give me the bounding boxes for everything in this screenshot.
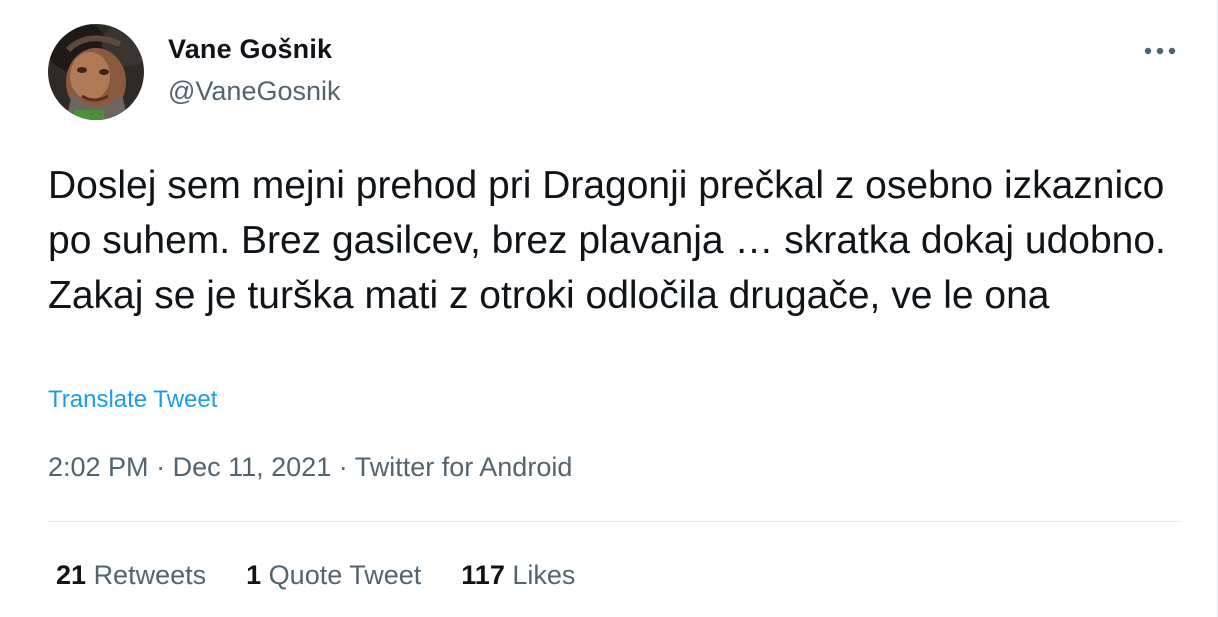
avatar[interactable] — [48, 24, 144, 120]
tweet-metadata: 2:02 PM · Dec 11, 2021 · Twitter for And… — [48, 452, 572, 483]
author-name[interactable]: Vane Gošnik — [168, 34, 332, 65]
likes-stat[interactable]: 117 Likes — [461, 560, 575, 591]
tweet-date[interactable]: Dec 11, 2021 — [173, 452, 332, 482]
likes-label: Likes — [512, 560, 576, 590]
retweets-stat[interactable]: 21 Retweets — [56, 560, 206, 591]
more-horizontal-icon — [1144, 47, 1176, 55]
quote-tweets-label: Quote Tweet — [268, 560, 422, 590]
tweet-source[interactable]: Twitter for Android — [355, 452, 573, 482]
translate-tweet-link[interactable]: Translate Tweet — [48, 386, 217, 414]
quote-tweets-count: 1 — [246, 560, 262, 590]
tweet-text: Doslej sem mejni prehod pri Dragonji pre… — [48, 164, 1166, 317]
likes-count: 117 — [461, 560, 505, 590]
meta-separator: · — [338, 452, 348, 482]
retweets-label: Retweets — [93, 560, 207, 590]
more-options-button[interactable] — [1140, 34, 1180, 68]
tweet-card: Vane Gošnik @VaneGosnik Doslej sem mejni… — [0, 0, 1218, 617]
meta-separator: · — [156, 452, 166, 482]
author-handle[interactable]: @VaneGosnik — [168, 76, 341, 107]
avatar-photo — [48, 24, 144, 120]
tweet-stats: 21 Retweets 1 Quote Tweet 117 Likes — [56, 560, 575, 591]
divider — [48, 521, 1181, 522]
tweet-time[interactable]: 2:02 PM — [48, 452, 149, 482]
quote-tweets-stat[interactable]: 1 Quote Tweet — [246, 560, 421, 591]
retweets-count: 21 — [56, 560, 87, 590]
